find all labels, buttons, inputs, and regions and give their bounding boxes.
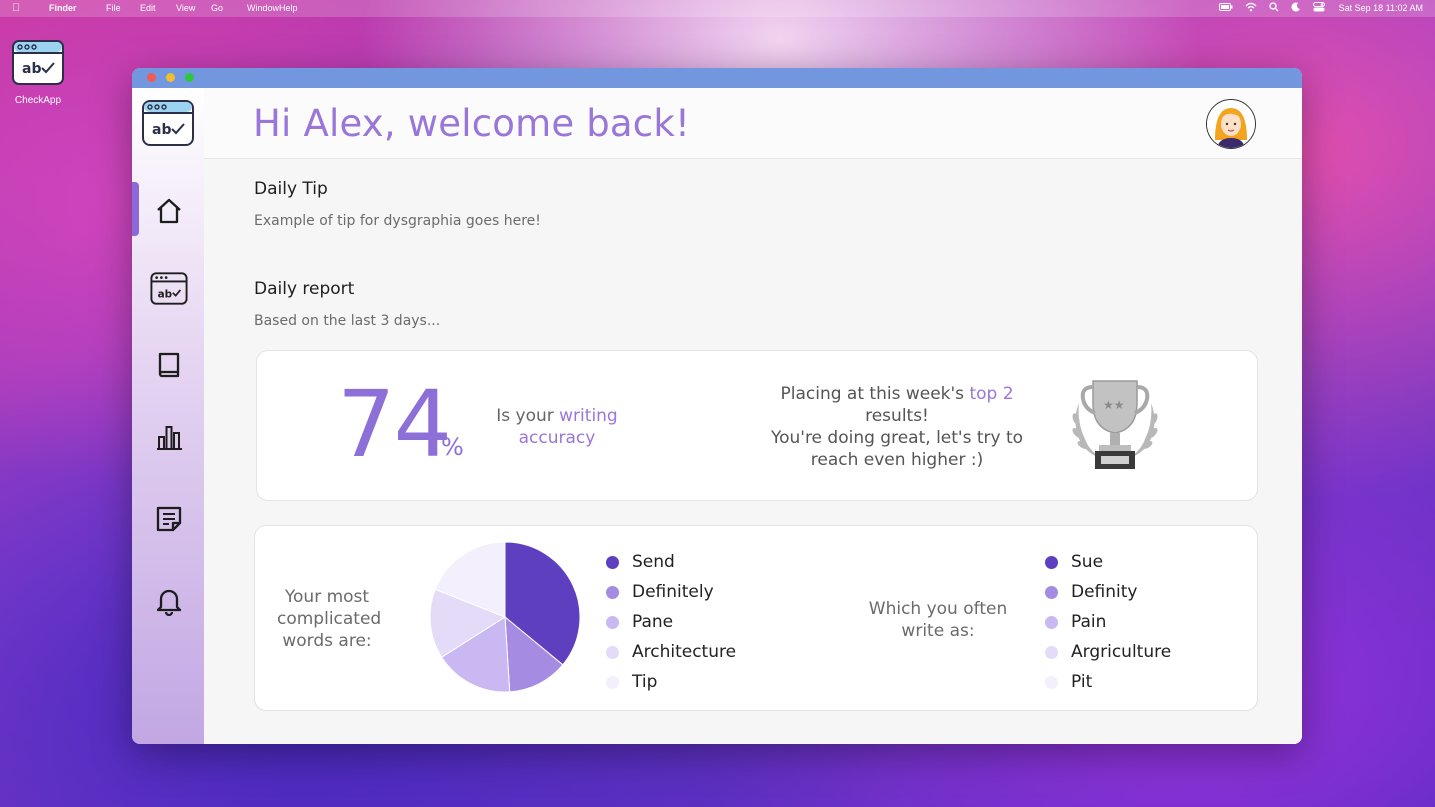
svg-text:ab: ab	[152, 122, 171, 138]
menu-app-name[interactable]: Finder	[49, 3, 77, 13]
legend-item-tip: Tip	[606, 667, 736, 697]
words-pie-chart	[429, 541, 581, 693]
accuracy-caption-prefix: Is your	[496, 406, 560, 426]
menu-clock[interactable]: Sat Sep 18 11:02 AM	[1339, 3, 1423, 13]
bell-icon[interactable]	[150, 582, 188, 620]
daily-report-title: Daily report	[254, 279, 355, 299]
menu-view[interactable]: View	[176, 3, 195, 13]
daily-tip-text: Example of tip for dysgraphia goes here!	[254, 213, 541, 229]
svg-text:ab: ab	[22, 61, 41, 77]
legend-item-argriculture: Argriculture	[1045, 637, 1171, 667]
header: Hi Alex, welcome back!	[204, 88, 1302, 159]
legend-label: Tip	[632, 672, 658, 692]
legend-item-definity: Definity	[1045, 577, 1171, 607]
legend-dot	[1045, 675, 1058, 689]
app-logo-icon[interactable]: ab	[142, 100, 194, 146]
sidebar: ab ab	[132, 88, 204, 744]
words-card: Your most complicated words are: Send De…	[254, 525, 1258, 711]
legend-dot	[1045, 585, 1058, 599]
accuracy-unit: %	[441, 433, 464, 461]
legend-item-sue: Sue	[1045, 547, 1171, 577]
accuracy-caption: Is your writing accuracy	[477, 405, 637, 449]
accuracy-card: 74 % Is your writing accuracy Placing at…	[256, 350, 1258, 501]
legend-dot	[606, 585, 619, 599]
apple-icon[interactable]: 	[12, 2, 20, 14]
legend-item-architecture: Architecture	[606, 637, 736, 667]
misspelled-words-legend: Sue Definity Pain Argriculture Pit	[1045, 547, 1171, 697]
legend-label: Definitely	[632, 582, 714, 602]
greeting-title: Hi Alex, welcome back!	[253, 102, 691, 145]
legend-dot	[1045, 615, 1058, 629]
placing-prefix: Placing at this week's	[780, 384, 970, 404]
legend-dot	[1045, 555, 1058, 569]
legend-label: Pain	[1071, 612, 1107, 632]
legend-label: Argriculture	[1071, 642, 1172, 662]
book-icon[interactable]	[150, 346, 188, 384]
battery-icon[interactable]	[1219, 2, 1233, 12]
legend-label: Architecture	[632, 642, 737, 662]
legend-item-pane: Pane	[606, 607, 736, 637]
legend-dot	[606, 675, 619, 689]
checkapp-window: ab ab Hi Alex, welcome back! Daily Tip E…	[132, 68, 1302, 744]
menu-bar:  Finder File Edit View Go WindowHelp Sa…	[0, 0, 1435, 17]
wifi-icon[interactable]	[1245, 2, 1257, 12]
avatar[interactable]	[1206, 99, 1256, 149]
close-button[interactable]	[147, 73, 156, 82]
control-center-icon[interactable]	[1313, 2, 1325, 12]
main-content: Hi Alex, welcome back! Daily Tip Example…	[204, 88, 1302, 744]
legend-item-definitely: Definitely	[606, 577, 736, 607]
active-nav-indicator	[132, 182, 139, 236]
menu-file[interactable]: File	[106, 3, 121, 13]
placing-line2: results!	[865, 406, 929, 426]
notes-icon[interactable]	[150, 500, 188, 538]
placing-line3: You're doing great, let's try to reach e…	[770, 428, 1024, 470]
menu-edit[interactable]: Edit	[140, 3, 156, 13]
legend-item-send: Send	[606, 547, 736, 577]
legend-item-pain: Pain	[1045, 607, 1171, 637]
legend-label: Pit	[1071, 672, 1093, 692]
home-icon[interactable]	[150, 192, 188, 230]
checkapp-desktop-label: CheckApp	[14, 95, 62, 106]
legend-label: Definity	[1071, 582, 1138, 602]
menu-window-help[interactable]: WindowHelp	[247, 3, 298, 13]
legend-dot	[606, 555, 619, 569]
minimize-button[interactable]	[166, 73, 175, 82]
placing-text: Placing at this week's top 2 results! Yo…	[757, 383, 1037, 471]
correct-words-legend: Send Definitely Pane Architecture Tip	[606, 547, 736, 697]
stats-icon[interactable]	[150, 418, 188, 456]
checkapp-desktop-icon[interactable]: ab	[12, 40, 64, 85]
legend-dot	[606, 615, 619, 629]
daily-tip-title: Daily Tip	[254, 179, 328, 199]
search-icon[interactable]	[1269, 2, 1279, 12]
often-write-label: Which you often write as:	[868, 599, 1008, 641]
zoom-button[interactable]	[185, 73, 194, 82]
moon-icon[interactable]	[1291, 2, 1301, 12]
accuracy-value: 74	[337, 371, 452, 478]
legend-label: Send	[632, 552, 675, 572]
window-titlebar[interactable]	[132, 68, 1302, 88]
legend-dot	[1045, 645, 1058, 659]
words-label: Your most complicated words are:	[277, 587, 382, 651]
daily-report-subtitle: Based on the last 3 days...	[254, 313, 441, 329]
legend-item-pit: Pit	[1045, 667, 1171, 697]
legend-label: Sue	[1071, 552, 1104, 572]
trophy-icon: ★★	[1063, 373, 1167, 477]
svg-text:ab: ab	[158, 289, 173, 301]
placing-highlight: top 2	[969, 384, 1014, 404]
checker-icon[interactable]: ab	[150, 270, 188, 308]
menu-go[interactable]: Go	[211, 3, 223, 13]
svg-text:★★: ★★	[1103, 398, 1125, 412]
legend-dot	[606, 645, 619, 659]
legend-label: Pane	[632, 612, 674, 632]
